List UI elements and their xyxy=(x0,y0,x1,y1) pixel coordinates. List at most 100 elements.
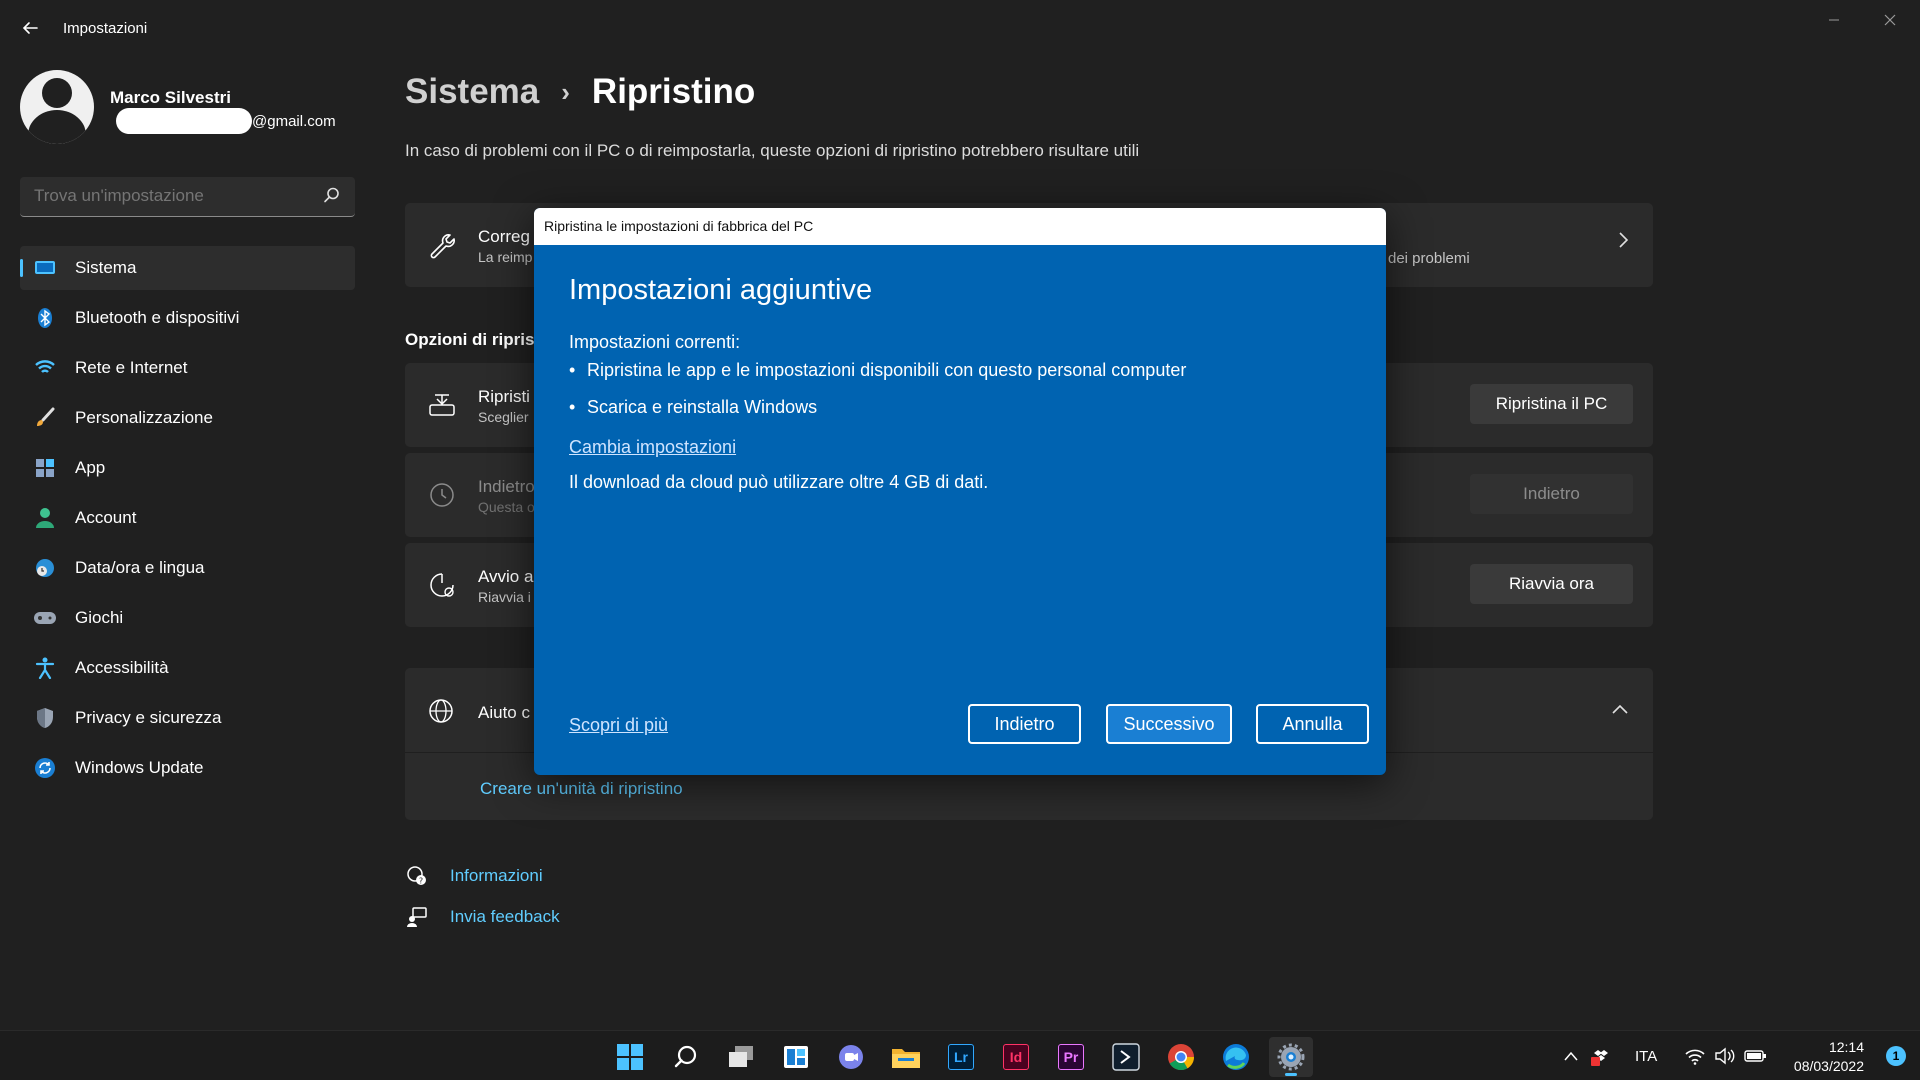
sidebar-item-label: Windows Update xyxy=(75,758,204,777)
feedback-icon xyxy=(405,905,429,929)
svg-text:?: ? xyxy=(419,877,423,886)
windows-logo-icon[interactable] xyxy=(608,1037,652,1077)
globe-help-icon xyxy=(425,695,459,729)
sidebar-item-rete[interactable]: Rete e Internet xyxy=(20,346,355,390)
reset-pc-dialog: Ripristina le impostazioni di fabbrica d… xyxy=(534,208,1386,775)
restart-now-button[interactable]: Riavvia ora xyxy=(1470,564,1633,604)
sidebar-item-label: Account xyxy=(75,508,137,527)
sidebar-item-giochi[interactable]: Giochi xyxy=(20,596,355,640)
troubleshoot-desc: La reimp xyxy=(478,249,533,265)
list-item: Ripristina le app e le impostazioni disp… xyxy=(569,360,1186,397)
wifi-icon xyxy=(33,356,57,380)
breadcrumb: Sistema › Ripristino xyxy=(405,72,755,112)
app-dark-icon[interactable] xyxy=(1104,1037,1148,1077)
dialog-next-button[interactable]: Successivo xyxy=(1106,704,1232,744)
go-back-desc: Questa o xyxy=(478,499,535,515)
sidebar-item-label: Personalizzazione xyxy=(75,408,213,427)
update-icon xyxy=(33,756,57,780)
info-link[interactable]: ? Informazioni xyxy=(405,864,543,888)
go-back-title: Indietro xyxy=(478,477,535,496)
folder-icon[interactable] xyxy=(884,1037,928,1077)
close-icon[interactable] xyxy=(1870,8,1910,32)
account-icon xyxy=(33,506,57,530)
search-input[interactable] xyxy=(20,177,310,215)
title-bar: Impostazioni xyxy=(0,0,1920,60)
feedback-link[interactable]: Invia feedback xyxy=(405,905,560,929)
language-indicator[interactable]: ITA xyxy=(1635,1031,1657,1080)
redacted-email-mask xyxy=(116,108,252,134)
advanced-startup-title: Avvio a xyxy=(478,567,534,586)
dialog-cancel-button[interactable]: Annulla xyxy=(1256,704,1369,744)
sidebar-item-label: Bluetooth e dispositivi xyxy=(75,308,240,327)
sidebar-item-data-ora[interactable]: Data/ora e lingua xyxy=(20,546,355,590)
notification-badge[interactable]: 1 xyxy=(1886,1046,1906,1066)
create-recovery-drive-link[interactable]: Creare un'unità di ripristino xyxy=(480,779,683,799)
task-view-icon[interactable] xyxy=(719,1037,763,1077)
sidebar-item-label: Sistema xyxy=(75,258,137,277)
taskbar: Lr Id Pr ITA 12:14 08/03/2022 1 xyxy=(0,1030,1920,1080)
info-link-label[interactable]: Informazioni xyxy=(450,866,543,886)
tray-app-icon[interactable] xyxy=(1591,1031,1611,1080)
premiere-icon[interactable]: Pr xyxy=(1049,1037,1093,1077)
change-settings-link[interactable]: Cambia impostazioni xyxy=(569,437,736,458)
advanced-startup-desc: Riavvia i xyxy=(478,589,531,605)
reset-pc-title: Ripristi xyxy=(478,387,530,406)
page-title: Ripristino xyxy=(591,72,756,111)
show-hidden-icons-icon[interactable] xyxy=(1563,1031,1579,1080)
dialog-back-button[interactable]: Indietro xyxy=(968,704,1081,744)
sidebar-item-label: Rete e Internet xyxy=(75,358,188,377)
sidebar-item-personalizzazione[interactable]: Personalizzazione xyxy=(20,396,355,440)
list-item: Scarica e reinstalla Windows xyxy=(569,397,1186,434)
maximize-icon[interactable] xyxy=(1774,8,1814,32)
edge-icon[interactable] xyxy=(1214,1037,1258,1077)
sidebar-item-label: Accessibilità xyxy=(75,658,169,677)
sidebar-item-accessibilita[interactable]: Accessibilità xyxy=(20,646,355,690)
user-name: Marco Silvestri xyxy=(110,88,231,107)
reset-pc-button[interactable]: Ripristina il PC xyxy=(1470,384,1633,424)
sidebar-item-app[interactable]: App xyxy=(20,446,355,490)
learn-more-link[interactable]: Scopri di più xyxy=(569,715,668,736)
feedback-link-label[interactable]: Invia feedback xyxy=(450,907,560,927)
search-icon[interactable] xyxy=(664,1037,708,1077)
chevron-up-icon[interactable] xyxy=(1611,698,1629,721)
widgets-icon[interactable] xyxy=(774,1037,818,1077)
sidebar-item-sistema[interactable]: Sistema xyxy=(20,246,355,290)
globe-clock-icon xyxy=(33,556,57,580)
system-clock[interactable]: 12:14 08/03/2022 xyxy=(1794,1038,1864,1076)
go-back-button[interactable]: Indietro xyxy=(1470,474,1633,514)
dialog-titlebar: Ripristina le impostazioni di fabbrica d… xyxy=(534,208,1386,245)
help-chat-icon: ? xyxy=(405,864,429,888)
sidebar-item-privacy[interactable]: Privacy e sicurezza xyxy=(20,696,355,740)
user-email: @gmail.com xyxy=(116,108,336,134)
breadcrumb-separator-icon: › xyxy=(561,76,570,107)
help-title: Aiuto c xyxy=(478,703,530,722)
system-icon xyxy=(33,256,57,280)
app-title: Impostazioni xyxy=(63,20,148,37)
indesign-icon[interactable]: Id xyxy=(994,1037,1038,1077)
search-icon[interactable] xyxy=(323,186,343,206)
chat-icon[interactable] xyxy=(829,1037,873,1077)
avatar xyxy=(20,70,94,144)
sidebar-item-account[interactable]: Account xyxy=(20,496,355,540)
breadcrumb-parent[interactable]: Sistema xyxy=(405,72,539,112)
settings-search[interactable] xyxy=(20,177,355,217)
current-settings-label: Impostazioni correnti: xyxy=(569,332,741,352)
settings-gear-icon[interactable] xyxy=(1269,1037,1313,1077)
troubleshoot-desc-right: dei problemi xyxy=(1388,250,1470,267)
chevron-right-icon xyxy=(1617,231,1629,255)
volume-icon[interactable] xyxy=(1714,1031,1736,1080)
lightroom-icon[interactable]: Lr xyxy=(939,1037,983,1077)
page-subtitle: In caso di problemi con il PC o di reimp… xyxy=(405,141,1140,160)
battery-icon[interactable] xyxy=(1744,1031,1768,1080)
section-recovery-options: Opzioni di ripristi xyxy=(405,330,545,349)
wifi-icon[interactable] xyxy=(1684,1031,1706,1080)
dialog-heading: Impostazioni aggiuntive xyxy=(569,274,873,306)
back-arrow-icon[interactable] xyxy=(16,14,44,42)
sidebar-item-bluetooth[interactable]: Bluetooth e dispositivi xyxy=(20,296,355,340)
chrome-icon[interactable] xyxy=(1159,1037,1203,1077)
sidebar-item-windows-update[interactable]: Windows Update xyxy=(20,746,355,790)
bluetooth-icon xyxy=(33,306,57,330)
cloud-download-note: Il download da cloud può utilizzare oltr… xyxy=(569,472,989,492)
shield-icon xyxy=(33,706,57,730)
